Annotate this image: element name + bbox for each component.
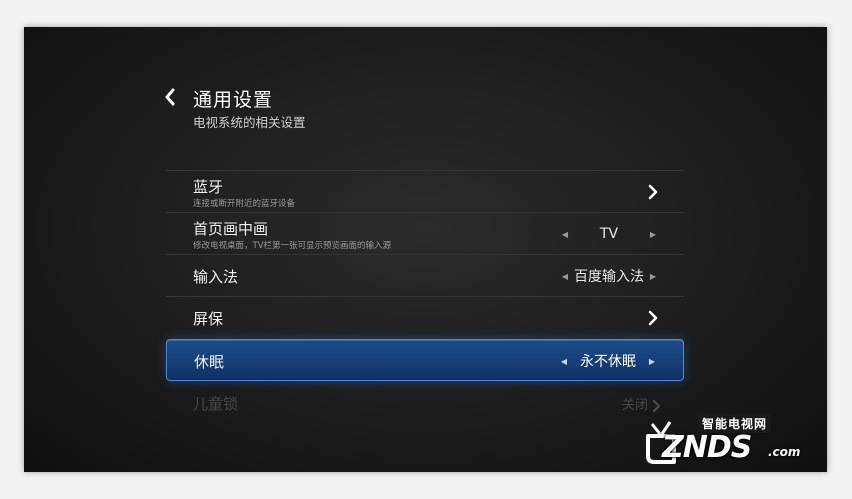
triangle-right-icon[interactable]: ▶ [648,230,658,239]
page-title: 通用设置 [193,89,274,111]
page-subtitle: 电视系统的相关设置 [193,115,306,130]
setting-label: 输入法 [193,268,239,286]
setting-input-method[interactable]: 输入法 ◀ 百度输入法 ▶ [166,254,684,296]
znds-watermark: 智能电视网 ZNDS .com [640,410,810,470]
triangle-left-icon[interactable]: ◀ [560,230,570,239]
watermark-suffix: .com [768,445,801,459]
setting-bluetooth[interactable]: 蓝牙 连接或断开附近的蓝牙设备 [166,170,684,212]
chevron-right-icon [648,184,658,200]
chevron-left-icon [165,88,175,106]
watermark-brand: ZNDS [662,430,752,465]
setting-screensaver[interactable]: 屏保 [166,296,684,338]
setting-child-lock[interactable]: 儿童锁 关闭 [166,381,684,423]
setting-sleep[interactable]: 休眠 ◀ 永不休眠 ▶ [166,339,684,381]
triangle-left-icon[interactable]: ◀ [560,272,570,281]
setting-label: 儿童锁 [193,395,239,413]
tv-screen: 通用设置 电视系统的相关设置 蓝牙 连接或断开附近的蓝牙设备 首页画中画 修改电… [24,27,827,472]
chevron-right-icon [648,310,658,326]
triangle-right-icon[interactable]: ▶ [647,357,657,366]
triangle-left-icon[interactable]: ◀ [559,357,569,366]
setting-description: 修改电视桌面，TV栏第一张可显示预览画面的输入源 [193,241,392,251]
value-selector[interactable]: ◀ TV ▶ [560,224,658,244]
setting-label: 首页画中画 [193,220,269,238]
setting-description: 连接或断开附近的蓝牙设备 [193,199,296,209]
setting-pip[interactable]: 首页画中画 修改电视桌面，TV栏第一张可显示预览画面的输入源 ◀ TV ▶ [166,212,684,254]
settings-list: 蓝牙 连接或断开附近的蓝牙设备 首页画中画 修改电视桌面，TV栏第一张可显示预览… [166,170,684,423]
setting-label: 蓝牙 [193,178,224,196]
back-button[interactable] [164,88,176,106]
setting-value: 百度输入法 [574,269,644,285]
setting-label: 屏保 [193,310,224,328]
chevron-right-icon [652,397,660,412]
setting-label: 休眠 [194,353,225,371]
triangle-right-icon[interactable]: ▶ [648,272,658,281]
setting-value: TV [599,226,619,242]
value-selector[interactable]: ◀ 永不休眠 ▶ [559,351,657,371]
value-selector[interactable]: ◀ 百度输入法 ▶ [560,266,658,286]
setting-value: 永不休眠 [580,354,636,370]
